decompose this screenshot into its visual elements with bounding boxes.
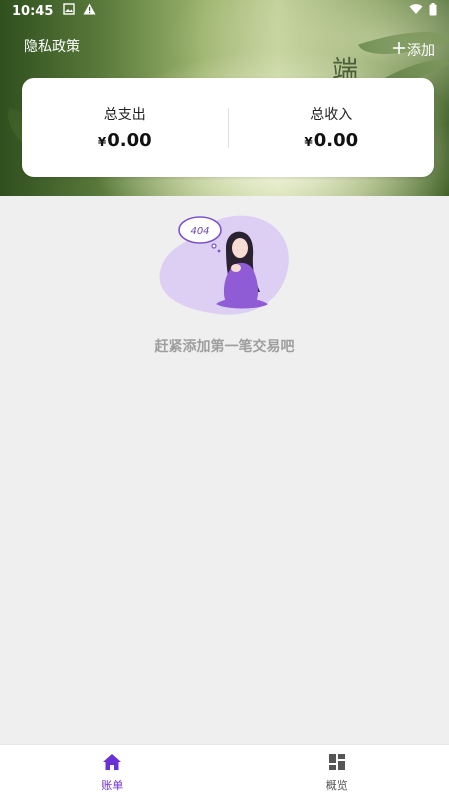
income-currency: ¥ [304, 135, 313, 149]
dashboard-icon [327, 752, 347, 775]
status-bar: 10:45 [0, 0, 449, 22]
total-expense: 总支出 ¥0.00 [22, 104, 228, 151]
illustration-badge-text: 404 [190, 226, 209, 237]
total-income-label: 总收入 [310, 107, 353, 123]
total-expense-label: 总支出 [103, 107, 146, 123]
privacy-policy-link[interactable]: 隐私政策 [24, 36, 80, 56]
add-button-label: 添加 [407, 43, 435, 59]
expense-currency: ¥ [97, 135, 107, 149]
total-income: 总收入 ¥0.00 [229, 104, 435, 151]
plus-icon [393, 42, 405, 58]
wifi-icon [409, 3, 423, 19]
home-icon [102, 752, 122, 775]
income-value: 0.00 [313, 130, 359, 151]
bottom-navigation: 账单 概览 [0, 744, 449, 800]
empty-state-illustration: 404 [156, 210, 292, 320]
expense-value: 0.00 [107, 130, 152, 151]
total-income-amount: ¥0.00 [229, 130, 435, 151]
nav-item-overview-label: 概览 [325, 779, 348, 792]
add-button[interactable]: 添加 [393, 40, 435, 60]
nav-item-bills[interactable]: 账单 [0, 745, 225, 800]
empty-state-message: 赶紧添加第一笔交易吧 [154, 339, 295, 355]
warning-icon [83, 3, 96, 19]
battery-icon [429, 2, 437, 20]
nav-item-overview[interactable]: 概览 [225, 745, 449, 800]
nav-item-bills-label: 账单 [101, 779, 124, 792]
status-time: 10:45 [12, 3, 54, 19]
image-notification-icon [63, 3, 76, 19]
summary-card: 总支出 ¥0.00 总收入 ¥0.00 [22, 78, 434, 177]
total-expense-amount: ¥0.00 [22, 130, 228, 151]
